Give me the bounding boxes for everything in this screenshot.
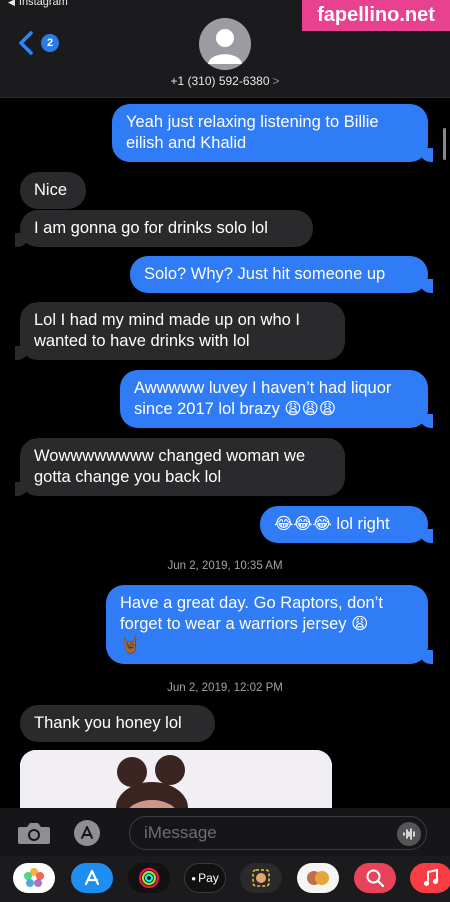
message-line: Thank you honey lol xyxy=(34,714,182,732)
apple-pay-app-button[interactable]: ● Pay xyxy=(184,863,226,893)
back-triangle-icon: ◀ xyxy=(8,0,15,7)
message-line: Lol I had my mind made up on who I xyxy=(34,311,300,329)
app-store-button[interactable] xyxy=(74,820,100,846)
message-bubble-sent[interactable]: Awwwww luvey I haven’t had liquor since … xyxy=(120,370,433,428)
message-line: 🤘🏾 xyxy=(120,636,141,654)
app-store-icon xyxy=(81,826,93,839)
chevron-right-icon: > xyxy=(272,74,280,88)
chevron-left-icon xyxy=(19,31,33,55)
music-note-icon xyxy=(424,868,438,886)
message-line: Awwwww luvey I haven’t had liquor xyxy=(134,379,392,397)
memoji-icon xyxy=(252,869,270,887)
animoji-app-button[interactable] xyxy=(297,863,339,893)
photos-icon xyxy=(24,868,44,887)
music-app-button[interactable] xyxy=(410,863,450,893)
message-line: gotta change you back lol xyxy=(34,468,222,486)
back-button[interactable]: 2 xyxy=(16,30,59,56)
contact-number: +1 (310) 592-6380 xyxy=(170,74,270,88)
contact-avatar[interactable] xyxy=(199,18,251,70)
message-line: Have a great day. Go Raptors, don’t xyxy=(120,594,383,612)
imessage-app-drawer: ● Pay xyxy=(0,856,450,902)
message-bubble-sent[interactable]: Solo? Why? Just hit someone up xyxy=(130,256,433,293)
fitness-app-button[interactable] xyxy=(128,863,170,893)
message-line: 😂😂😂 lol right xyxy=(274,515,390,533)
message-line: wanted to have drinks with lol xyxy=(34,332,250,350)
audio-message-button[interactable] xyxy=(397,822,421,846)
animoji-icon xyxy=(307,871,329,885)
message-line: Yeah just relaxing listening to Billie xyxy=(126,113,379,131)
message-line: forget to wear a warriors jersey 😩 xyxy=(120,615,369,633)
unread-badge: 2 xyxy=(41,34,59,52)
message-line: I am gonna go for drinks solo lol xyxy=(34,219,268,237)
fitness-rings-icon xyxy=(138,867,160,889)
message-line: Solo? Why? Just hit someone up xyxy=(144,265,386,283)
apple-pay-icon: ● xyxy=(191,873,197,883)
message-line: since 2017 lol brazy 😩😩😩 xyxy=(134,400,337,418)
message-bubble-received[interactable]: Thank you honey lol xyxy=(20,705,215,742)
scrollbar[interactable] xyxy=(443,128,446,160)
globe-search-icon xyxy=(366,869,385,888)
watermark: fapellino.net xyxy=(302,0,450,31)
waveform-icon xyxy=(403,828,415,840)
image-search-app-button[interactable] xyxy=(354,863,396,893)
message-timestamp: Jun 2, 2019, 10:35 AM xyxy=(167,560,283,572)
message-timestamp: Jun 2, 2019, 12:02 PM xyxy=(167,682,283,694)
back-app-label: Instagram xyxy=(18,0,68,8)
message-input-bar xyxy=(0,808,450,856)
message-bubble-received[interactable]: I am gonna go for drinks solo lol xyxy=(15,210,313,247)
message-input[interactable] xyxy=(129,816,427,850)
camera-button[interactable] xyxy=(16,820,52,846)
memoji-app-button[interactable] xyxy=(240,863,282,893)
apple-pay-label: Pay xyxy=(198,871,219,885)
message-bubble-received[interactable]: Lol I had my mind made up on who I wante… xyxy=(15,302,345,360)
back-to-app-link[interactable]: ◀ Instagram xyxy=(8,0,68,8)
message-bubble-sent[interactable]: Yeah just relaxing listening to Billie e… xyxy=(112,104,433,162)
message-line: eilish and Khalid xyxy=(126,134,247,152)
message-bubble-received[interactable]: Wowwwwwwww changed woman we gotta change… xyxy=(15,438,345,496)
contact-name-button[interactable]: +1 (310) 592-6380 > xyxy=(0,74,450,88)
message-line: Nice xyxy=(34,181,68,199)
app-store-icon xyxy=(84,869,100,886)
message-bubble-sent[interactable]: Have a great day. Go Raptors, don’t forg… xyxy=(106,585,433,664)
message-bubble-received[interactable]: Nice xyxy=(20,172,86,209)
app-store-app-button[interactable] xyxy=(71,863,113,893)
photos-app-button[interactable] xyxy=(13,863,55,893)
person-silhouette-icon xyxy=(208,29,242,64)
message-bubble-sent[interactable]: 😂😂😂 lol right xyxy=(260,506,433,543)
message-line: Wowwwwwwww changed woman we xyxy=(34,447,306,465)
camera-icon xyxy=(18,823,50,844)
